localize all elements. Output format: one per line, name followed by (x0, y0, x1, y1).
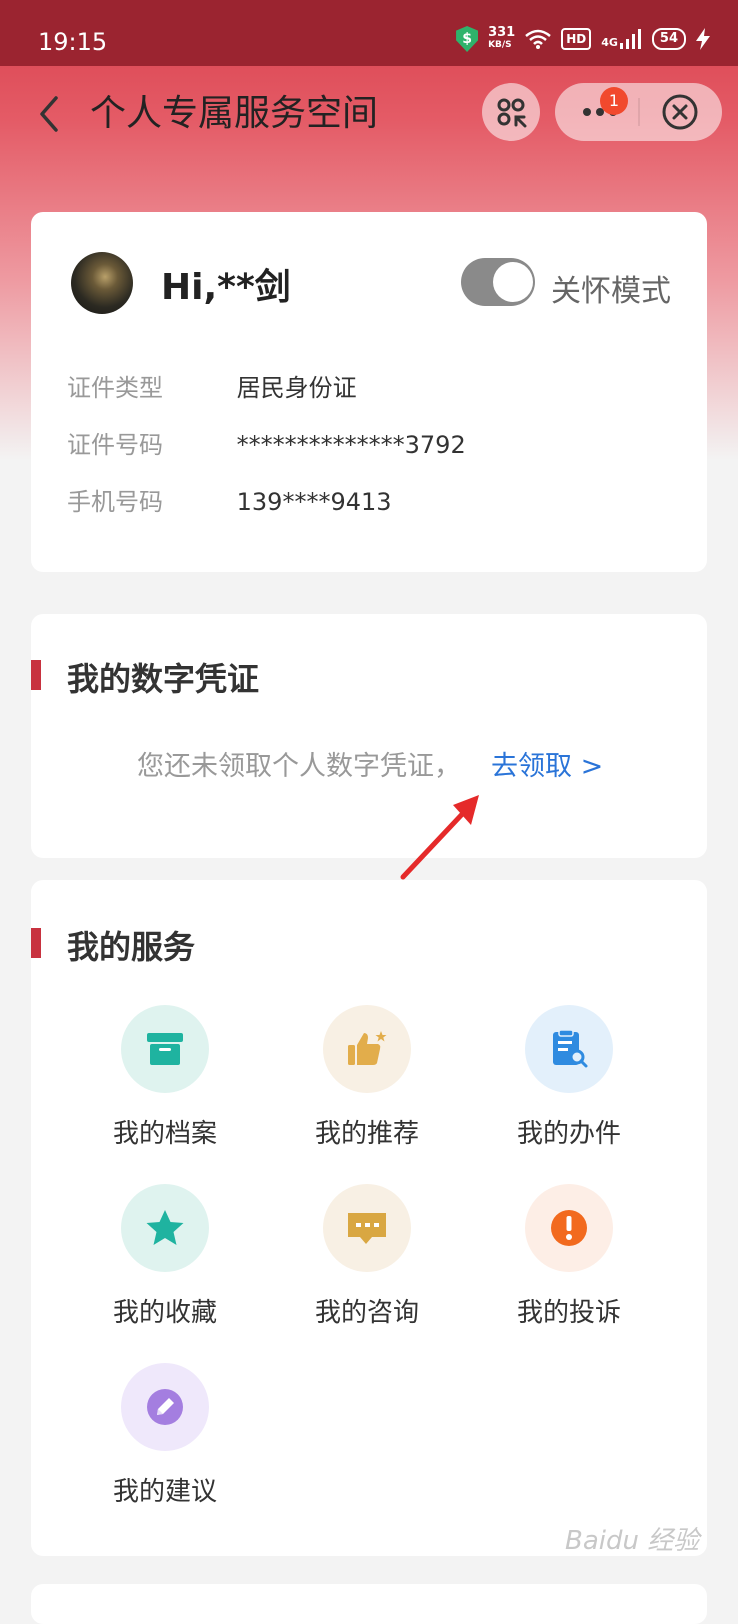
archive-box-icon (121, 1005, 209, 1093)
claim-cert-link[interactable]: 去领取 > (491, 744, 603, 783)
capsule-divider (638, 98, 640, 126)
speed-unit: KB/S (488, 40, 512, 50)
service-suggestion[interactable]: 我的建议 (85, 1363, 245, 1508)
star-icon (121, 1184, 209, 1272)
chat-bubble-icon (323, 1184, 411, 1272)
hd-icon: HD (561, 28, 592, 50)
service-consult[interactable]: 我的咨询 (287, 1184, 447, 1329)
status-time: 19:15 (38, 28, 108, 56)
info-label: 证件类型 (67, 374, 163, 402)
warning-icon (525, 1184, 613, 1272)
info-value: 139****9413 (236, 488, 392, 516)
info-value: 居民身份证 (236, 374, 357, 402)
info-row-phone: 手机号码 139****9413 (67, 482, 392, 517)
pencil-icon (121, 1363, 209, 1451)
service-complaint[interactable]: 我的投诉 (489, 1184, 649, 1329)
scan-icon (497, 98, 527, 128)
services-card: 我的服务 我的档案 我的推荐 我的办件 我的收藏 我的咨询 我的投诉 我的建议 (31, 880, 707, 1556)
section-accent-bar (31, 660, 41, 690)
service-archive[interactable]: 我的档案 (85, 1005, 245, 1150)
shield-icon: $ (456, 26, 479, 52)
charging-icon (696, 28, 710, 50)
battery-icon: 54 (651, 28, 686, 50)
notification-badge: 1 (600, 87, 628, 115)
info-row-id-type: 证件类型 居民身份证 (67, 368, 357, 403)
signal-icon (619, 29, 641, 49)
service-cases[interactable]: 我的办件 (489, 1005, 649, 1150)
section-title: 我的服务 (67, 928, 196, 966)
service-label: 我的收藏 (112, 1298, 217, 1328)
info-value: **************3792 (236, 431, 466, 459)
network-speed: 331 KB/S (488, 25, 516, 51)
info-label: 手机号码 (67, 488, 163, 516)
network-type: 4G (601, 36, 618, 49)
info-row-id-number: 证件号码 **************3792 (67, 425, 466, 460)
speed-value: 331 (488, 25, 516, 40)
service-label: 我的咨询 (314, 1298, 419, 1328)
service-label: 我的档案 (112, 1119, 217, 1149)
service-label: 我的投诉 (516, 1298, 621, 1328)
signal: 4G (601, 29, 642, 49)
thumbs-up-icon (323, 1005, 411, 1093)
scan-button[interactable] (482, 83, 540, 141)
section-accent-bar (31, 928, 41, 958)
back-arrow-icon[interactable] (32, 90, 72, 138)
wifi-icon (525, 29, 552, 49)
service-favorites[interactable]: 我的收藏 (85, 1184, 245, 1329)
service-label: 我的办件 (516, 1119, 621, 1149)
avatar[interactable] (71, 252, 133, 314)
care-mode-label: 关怀模式 (551, 274, 671, 309)
service-recommend[interactable]: 我的推荐 (287, 1005, 447, 1150)
digital-cert-card: 我的数字凭证 您还未领取个人数字凭证， 去领取 > (31, 614, 707, 858)
nav-bar: 个人专属服务空间 1 (0, 66, 738, 162)
next-card (31, 1584, 707, 1624)
capsule-menu: 1 (555, 83, 722, 141)
page-title: 个人专属服务空间 (90, 93, 379, 134)
service-label: 我的建议 (112, 1477, 217, 1507)
care-mode-toggle[interactable] (461, 258, 535, 306)
user-greeting: Hi,**剑 (161, 267, 291, 308)
baidu-watermark: Baidu 经验 (565, 1526, 700, 1556)
document-search-icon (525, 1005, 613, 1093)
section-title: 我的数字凭证 (67, 660, 260, 698)
status-bar: 19:15 $ 331 KB/S HD 4G 54 (0, 0, 738, 66)
status-icons: $ 331 KB/S HD 4G 54 (456, 26, 710, 52)
annotation-arrow-icon (400, 795, 479, 880)
toggle-knob (493, 262, 533, 302)
cert-message: 您还未领取个人数字凭证， (137, 751, 461, 782)
info-label: 证件号码 (67, 431, 163, 459)
close-icon[interactable] (661, 93, 699, 131)
service-label: 我的推荐 (314, 1119, 419, 1149)
profile-card: Hi,**剑 关怀模式 证件类型 居民身份证 证件号码 ************… (31, 212, 707, 572)
